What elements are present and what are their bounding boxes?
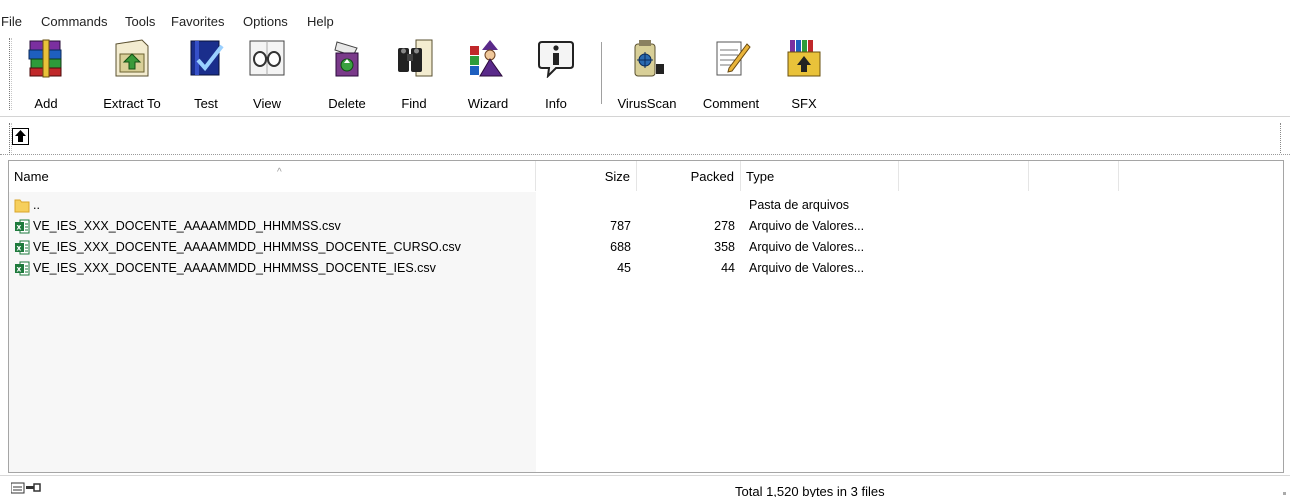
resize-grip[interactable] <box>1283 492 1286 495</box>
menu-favorites[interactable]: Favorites <box>171 14 224 29</box>
sfx-button[interactable]: SFX <box>784 38 824 111</box>
file-type: Arquivo de Valores... <box>749 240 865 254</box>
view-label: View <box>253 96 281 111</box>
winrar-books-add-icon <box>28 39 62 78</box>
address-right-grip <box>1280 123 1283 153</box>
toolbar-separator <box>601 42 603 104</box>
delete-label: Delete <box>328 96 366 111</box>
column-name[interactable]: Name ^ <box>9 161 536 191</box>
binoculars-find-icon <box>398 39 433 77</box>
info-icon <box>538 41 574 78</box>
menu-commands[interactable]: Commands <box>41 14 107 29</box>
test-button[interactable]: Test <box>186 38 226 111</box>
file-packed: 44 <box>721 261 735 275</box>
notepad-comment-icon <box>716 41 751 76</box>
list-item[interactable]: x VE_IES_XXX_DOCENTE_AAAAMMDD_HHMMSS_DOC… <box>9 237 1283 258</box>
glasses-view-icon <box>249 40 285 76</box>
menu-help[interactable]: Help <box>307 14 334 29</box>
menu-file[interactable]: File <box>1 14 22 29</box>
list-item[interactable]: .. Pasta de arquivos <box>9 195 1283 216</box>
file-packed: 278 <box>714 219 735 233</box>
column-header: Name ^ Size Packed Type <box>9 161 1283 191</box>
info-label: Info <box>545 96 567 111</box>
extract-to-button[interactable]: Extract To <box>92 38 172 111</box>
column-type[interactable]: Type <box>741 161 899 191</box>
column-extra-1[interactable] <box>899 161 1029 191</box>
file-type: Pasta de arquivos <box>749 198 850 212</box>
up-one-level-icon <box>15 130 26 142</box>
svg-text:x: x <box>17 223 22 232</box>
column-packed[interactable]: Packed <box>637 161 741 191</box>
view-button[interactable]: View <box>244 38 290 111</box>
test-label: Test <box>194 96 218 111</box>
excel-csv-icon: x <box>15 240 30 255</box>
file-packed <box>637 195 735 216</box>
file-name: VE_IES_XXX_DOCENTE_AAAAMMDD_HHMMSS.csv <box>33 219 341 233</box>
excel-csv-icon: x <box>15 261 30 276</box>
column-size[interactable]: Size <box>536 161 637 191</box>
file-size <box>536 195 631 216</box>
extract-to-label: Extract To <box>103 96 161 111</box>
file-name: VE_IES_XXX_DOCENTE_AAAAMMDD_HHMMSS_DOCEN… <box>33 240 461 254</box>
sfx-box-icon <box>787 40 821 77</box>
column-extra-2[interactable] <box>1029 161 1119 191</box>
wizard-icon <box>470 40 503 77</box>
virus-scan-icon <box>634 40 664 77</box>
add-button[interactable]: Add <box>18 38 74 111</box>
svg-text:x: x <box>17 265 22 274</box>
toolbar: Add Extract To Test View Delete Find Wiz… <box>0 34 1290 114</box>
recycle-delete-icon <box>334 41 359 77</box>
file-type: Arquivo de Valores... <box>749 261 865 275</box>
status-text: Total 1,520 bytes in 3 files <box>735 484 885 497</box>
file-packed: 358 <box>714 240 735 254</box>
excel-csv-icon: x <box>15 219 30 234</box>
menu-tools[interactable]: Tools <box>125 14 155 29</box>
file-size: 45 <box>617 261 631 275</box>
file-list[interactable]: Name ^ Size Packed Type .. Pasta de arqu… <box>8 160 1284 473</box>
list-item[interactable]: x VE_IES_XXX_DOCENTE_AAAAMMDD_HHMMSS_DOC… <box>9 258 1283 279</box>
comment-label: Comment <box>702 96 760 111</box>
svg-text:x: x <box>17 244 22 253</box>
comment-button[interactable]: Comment <box>694 38 768 111</box>
menu-options[interactable]: Options <box>243 14 288 29</box>
folder-extract-icon <box>115 39 149 77</box>
column-extra-3[interactable] <box>1119 161 1283 191</box>
toolbar-grip[interactable] <box>9 38 12 110</box>
delete-button[interactable]: Delete <box>320 38 374 111</box>
menu-bar: File Commands Tools Favorites Options He… <box>0 0 1290 34</box>
column-name-label: Name <box>14 169 49 184</box>
find-button[interactable]: Find <box>392 38 436 111</box>
wizard-label: Wizard <box>467 96 509 111</box>
status-bar: Total 1,520 bytes in 3 files <box>0 475 1290 497</box>
folder-icon <box>14 199 30 213</box>
list-item[interactable]: x VE_IES_XXX_DOCENTE_AAAAMMDD_HHMMSS.csv… <box>9 216 1283 237</box>
test-check-icon <box>190 40 224 76</box>
wizard-button[interactable]: Wizard <box>460 38 516 111</box>
file-size: 688 <box>610 240 631 254</box>
drive-key-icon[interactable] <box>11 482 41 494</box>
info-button[interactable]: Info <box>536 38 576 111</box>
up-one-level-button[interactable] <box>12 128 29 145</box>
sfx-label: SFX <box>791 96 817 111</box>
virusscan-button[interactable]: VirusScan <box>612 38 682 111</box>
find-label: Find <box>401 96 427 111</box>
divider <box>0 154 1290 155</box>
file-name: .. <box>33 198 40 212</box>
virusscan-label: VirusScan <box>617 96 677 111</box>
sort-ascending-icon: ^ <box>277 167 282 178</box>
file-size: 787 <box>610 219 631 233</box>
add-label: Add <box>34 96 58 111</box>
file-name: VE_IES_XXX_DOCENTE_AAAAMMDD_HHMMSS_DOCEN… <box>33 261 436 275</box>
file-type: Arquivo de Valores... <box>749 219 865 233</box>
address-bar <box>0 116 1290 156</box>
